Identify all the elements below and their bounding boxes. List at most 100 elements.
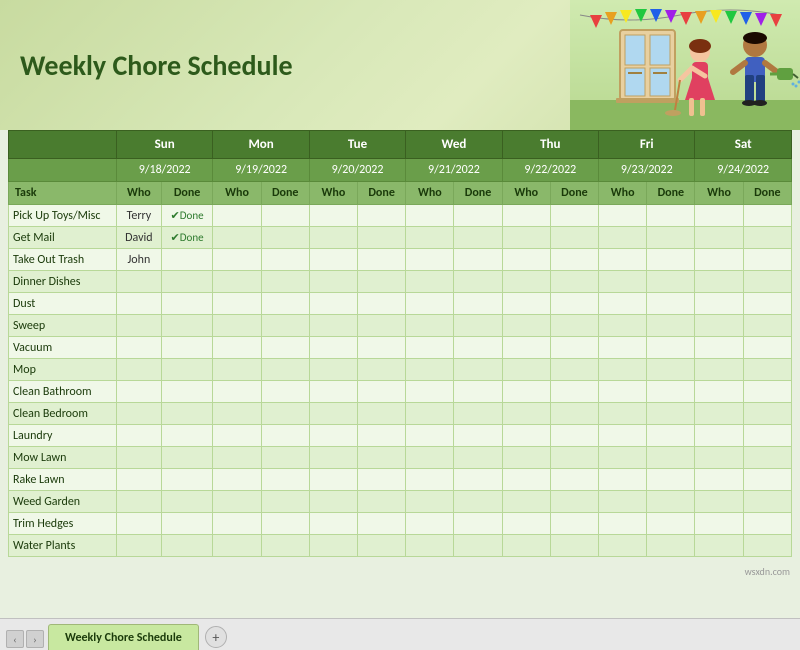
tue-done-cell[interactable] [358, 535, 406, 557]
fri-who-cell[interactable] [599, 315, 647, 337]
mon-who-cell[interactable] [213, 469, 261, 491]
tue-who-cell[interactable] [309, 381, 357, 403]
nav-arrow-right[interactable]: › [26, 630, 44, 648]
wed-who-cell[interactable] [406, 205, 454, 227]
mon-who-cell[interactable] [213, 315, 261, 337]
sun-done-cell[interactable] [161, 535, 213, 557]
sun-who-cell[interactable] [117, 513, 162, 535]
tue-who-cell[interactable] [309, 359, 357, 381]
fri-who-cell[interactable] [599, 249, 647, 271]
sat-done-cell[interactable] [743, 293, 791, 315]
mon-done-cell[interactable] [261, 315, 309, 337]
mon-done-cell[interactable] [261, 535, 309, 557]
sat-done-cell[interactable] [743, 271, 791, 293]
mon-done-cell[interactable] [261, 227, 309, 249]
sat-done-cell[interactable] [743, 315, 791, 337]
sat-done-cell[interactable] [743, 513, 791, 535]
fri-done-cell[interactable] [647, 205, 695, 227]
fri-who-cell[interactable] [599, 535, 647, 557]
fri-done-cell[interactable] [647, 425, 695, 447]
mon-who-cell[interactable] [213, 271, 261, 293]
tue-done-cell[interactable] [358, 249, 406, 271]
sun-done-cell[interactable] [161, 293, 213, 315]
sat-who-cell[interactable] [695, 535, 743, 557]
sat-done-cell[interactable] [743, 359, 791, 381]
thu-done-cell[interactable] [550, 469, 598, 491]
sun-who-cell[interactable] [117, 315, 162, 337]
sat-who-cell[interactable] [695, 315, 743, 337]
wed-done-cell[interactable] [454, 513, 502, 535]
sun-who-cell[interactable] [117, 447, 162, 469]
sun-done-cell[interactable] [161, 381, 213, 403]
sat-done-cell[interactable] [743, 447, 791, 469]
fri-who-cell[interactable] [599, 337, 647, 359]
thu-who-cell[interactable] [502, 535, 550, 557]
tue-done-cell[interactable] [358, 205, 406, 227]
tue-who-cell[interactable] [309, 227, 357, 249]
thu-who-cell[interactable] [502, 359, 550, 381]
fri-done-cell[interactable] [647, 271, 695, 293]
sat-who-cell[interactable] [695, 249, 743, 271]
tue-done-cell[interactable] [358, 381, 406, 403]
thu-done-cell[interactable] [550, 205, 598, 227]
thu-who-cell[interactable] [502, 491, 550, 513]
wed-done-cell[interactable] [454, 249, 502, 271]
sat-who-cell[interactable] [695, 491, 743, 513]
fri-done-cell[interactable] [647, 249, 695, 271]
sun-who-cell[interactable] [117, 469, 162, 491]
wed-who-cell[interactable] [406, 403, 454, 425]
fri-who-cell[interactable] [599, 271, 647, 293]
sun-who-cell[interactable] [117, 491, 162, 513]
fri-who-cell[interactable] [599, 403, 647, 425]
mon-who-cell[interactable] [213, 205, 261, 227]
wed-done-cell[interactable] [454, 447, 502, 469]
sun-done-cell[interactable] [161, 403, 213, 425]
tue-who-cell[interactable] [309, 271, 357, 293]
thu-who-cell[interactable] [502, 469, 550, 491]
wed-who-cell[interactable] [406, 359, 454, 381]
mon-who-cell[interactable] [213, 249, 261, 271]
wed-who-cell[interactable] [406, 271, 454, 293]
fri-who-cell[interactable] [599, 227, 647, 249]
mon-who-cell[interactable] [213, 403, 261, 425]
sun-who-cell[interactable]: John [117, 249, 162, 271]
sat-done-cell[interactable] [743, 249, 791, 271]
wed-who-cell[interactable] [406, 447, 454, 469]
fri-done-cell[interactable] [647, 337, 695, 359]
fri-who-cell[interactable] [599, 381, 647, 403]
fri-done-cell[interactable] [647, 447, 695, 469]
thu-who-cell[interactable] [502, 337, 550, 359]
sun-who-cell[interactable] [117, 381, 162, 403]
sat-done-cell[interactable] [743, 491, 791, 513]
sun-who-cell[interactable] [117, 337, 162, 359]
wed-done-cell[interactable] [454, 205, 502, 227]
thu-done-cell[interactable] [550, 271, 598, 293]
thu-who-cell[interactable] [502, 205, 550, 227]
mon-done-cell[interactable] [261, 381, 309, 403]
thu-who-cell[interactable] [502, 315, 550, 337]
wed-done-cell[interactable] [454, 293, 502, 315]
tue-done-cell[interactable] [358, 425, 406, 447]
sat-who-cell[interactable] [695, 359, 743, 381]
tue-done-cell[interactable] [358, 293, 406, 315]
fri-done-cell[interactable] [647, 381, 695, 403]
mon-done-cell[interactable] [261, 403, 309, 425]
sun-done-cell[interactable] [161, 337, 213, 359]
mon-done-cell[interactable] [261, 447, 309, 469]
mon-done-cell[interactable] [261, 513, 309, 535]
tue-done-cell[interactable] [358, 513, 406, 535]
wed-done-cell[interactable] [454, 469, 502, 491]
fri-done-cell[interactable] [647, 403, 695, 425]
wed-done-cell[interactable] [454, 271, 502, 293]
sun-who-cell[interactable] [117, 271, 162, 293]
nav-arrow-left[interactable]: ‹ [6, 630, 24, 648]
sun-who-cell[interactable]: David [117, 227, 162, 249]
tue-who-cell[interactable] [309, 205, 357, 227]
thu-done-cell[interactable] [550, 315, 598, 337]
mon-done-cell[interactable] [261, 293, 309, 315]
wed-done-cell[interactable] [454, 403, 502, 425]
fri-who-cell[interactable] [599, 293, 647, 315]
sat-done-cell[interactable] [743, 425, 791, 447]
mon-done-cell[interactable] [261, 469, 309, 491]
mon-who-cell[interactable] [213, 337, 261, 359]
